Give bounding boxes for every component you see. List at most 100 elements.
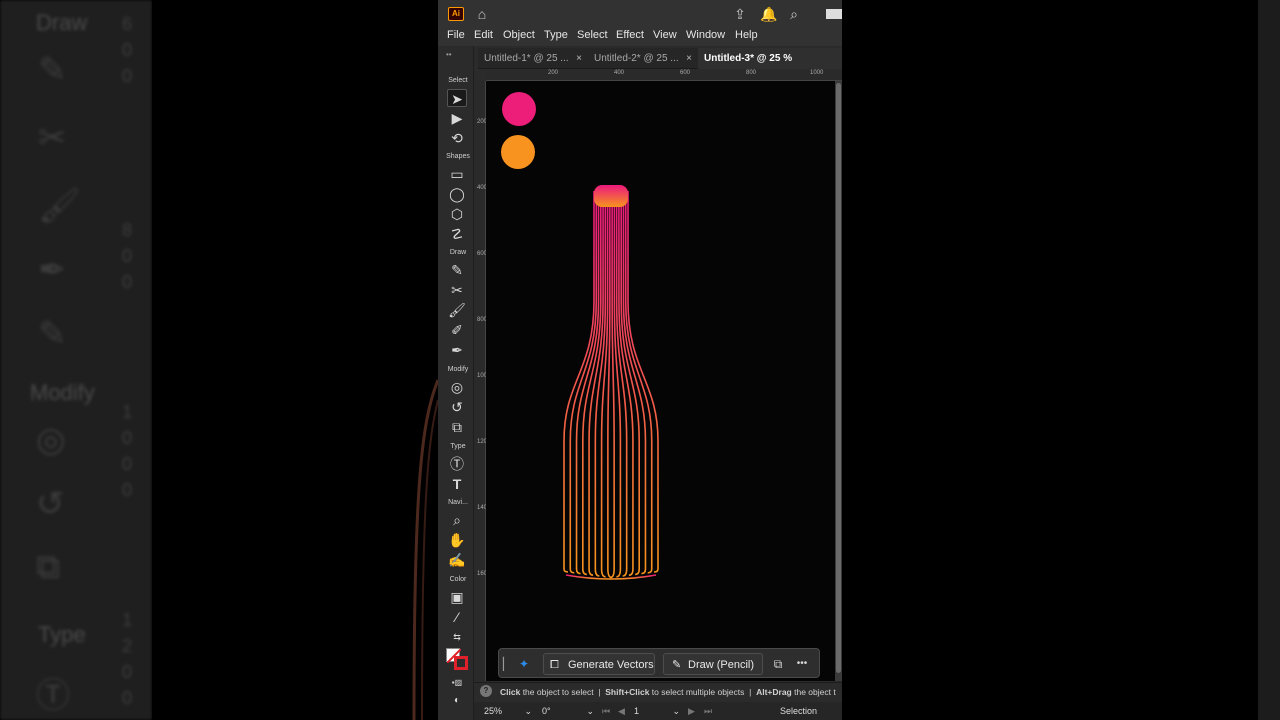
- generate-icon: ⧠: [550, 659, 559, 671]
- tool-section-modify: Modify: [447, 366, 469, 373]
- menu-edit[interactable]: Edit: [474, 29, 493, 41]
- tab-untitled-3[interactable]: Untitled-3* @ 25 % (CMYK/Trim: [698, 48, 842, 85]
- tab-untitled-2[interactable]: Untitled-2* @ 25 ... ×: [588, 48, 698, 69]
- close-icon[interactable]: ×: [686, 48, 692, 69]
- generate-vectors-button[interactable]: ⧠ Generate Vectors: [543, 653, 655, 675]
- bottle-stroke-line[interactable]: [607, 191, 612, 579]
- bg-ruler-digit: 0: [122, 272, 133, 292]
- tab-untitled-1[interactable]: Untitled-1* @ 25 ... ×: [478, 48, 588, 69]
- bg-ruler-digit: 2: [122, 636, 133, 656]
- properties-icon[interactable]: ⧉: [767, 653, 789, 675]
- swap-fill-stroke-icon[interactable]: ⇆: [447, 628, 467, 646]
- bottle-line-art[interactable]: [486, 81, 835, 681]
- chevron-down-icon: ⌄: [524, 706, 532, 716]
- contextual-task-bar: ▏ ✦ ⧠ Generate Vectors ✎ Draw (Pencil) ⧉…: [498, 648, 820, 678]
- more-options-icon[interactable]: •••: [791, 653, 813, 675]
- close-icon[interactable]: ×: [576, 48, 582, 69]
- hint-bold: Shift+Click: [605, 687, 650, 697]
- ruler-tick-label: 1400: [477, 505, 491, 511]
- polygon-tool-icon[interactable]: ⬡: [447, 205, 467, 223]
- bg-label-draw: Draw: [36, 10, 88, 35]
- gradient-tool-icon[interactable]: ▣: [447, 588, 467, 606]
- bg-brush-icon: 🖌: [38, 187, 82, 225]
- panel-grip-icon[interactable]: ••: [446, 50, 452, 59]
- last-artboard-icon[interactable]: ⏭: [704, 705, 712, 718]
- taskbar-grip-icon[interactable]: ▏: [503, 653, 512, 675]
- draw-pencil-button[interactable]: ✎ Draw (Pencil): [663, 653, 763, 675]
- bg-scissors-icon: ✂: [38, 119, 67, 157]
- zoom-dropdown[interactable]: 25% ⌄: [484, 705, 532, 718]
- scissors-tool-icon[interactable]: ✂: [447, 281, 467, 299]
- first-artboard-icon[interactable]: ⏮: [602, 705, 610, 718]
- type-on-path-tool-icon[interactable]: Ⓣ: [447, 455, 467, 473]
- workspace-switcher-icon[interactable]: [826, 9, 842, 19]
- zoom-tool-icon[interactable]: ⌕: [447, 511, 467, 529]
- bottle-stroke-line[interactable]: [610, 191, 615, 579]
- artboard-canvas[interactable]: [486, 81, 835, 681]
- blob-brush-tool-icon[interactable]: ✐: [447, 321, 467, 339]
- scale-tool-icon[interactable]: ⧉: [447, 418, 467, 436]
- lasso-tool-icon[interactable]: ⟲: [447, 129, 467, 147]
- eyedropper-tool-icon[interactable]: ⁄: [447, 608, 467, 626]
- pen-tool-icon[interactable]: ✒: [447, 341, 467, 359]
- menu-help[interactable]: Help: [735, 29, 758, 41]
- shape-builder-tool-icon[interactable]: ◎: [447, 378, 467, 396]
- search-icon[interactable]: ⌕: [786, 6, 802, 22]
- hand-tool-icon[interactable]: ✋: [447, 531, 467, 549]
- prev-artboard-icon[interactable]: ◀: [618, 705, 625, 718]
- next-artboard-icon[interactable]: ▶: [688, 705, 695, 718]
- ruler-tick-label: 800: [477, 317, 488, 323]
- ruler-tick-label: 1200: [477, 439, 491, 445]
- color-mode-icon[interactable]: ▪▨: [447, 674, 467, 692]
- notifications-bell-icon[interactable]: 🔔: [760, 6, 777, 22]
- menu-effect[interactable]: Effect: [616, 29, 644, 41]
- menu-view[interactable]: View: [653, 29, 677, 41]
- rotate-view-tool-icon[interactable]: ✍: [447, 551, 467, 569]
- pencil-tool-icon[interactable]: ✎: [447, 261, 467, 279]
- generative-sparkle-icon[interactable]: ✦: [513, 653, 535, 675]
- tool-section-color: Color: [449, 576, 467, 583]
- hint-text: the object t: [791, 687, 836, 697]
- selection-tool-icon[interactable]: ➤: [447, 89, 467, 107]
- horizontal-ruler: 200 400 600 800 1000: [486, 70, 842, 81]
- pencil-icon: ✎: [672, 659, 682, 671]
- vertical-scrollbar[interactable]: [835, 81, 842, 681]
- tool-section-navigate: Navi...: [448, 499, 468, 506]
- draw-mode-icon[interactable]: ◐: [447, 692, 467, 710]
- shaper-tool-icon[interactable]: ☡: [447, 225, 467, 243]
- scrollbar-thumb[interactable]: [836, 83, 841, 673]
- home-icon[interactable]: ⌂: [474, 6, 490, 22]
- stroke-swatch[interactable]: [454, 656, 468, 670]
- direct-selection-tool-icon[interactable]: ▶: [447, 109, 467, 127]
- share-icon[interactable]: ⇪: [732, 6, 748, 22]
- menu-file[interactable]: File: [447, 29, 465, 41]
- type-tool-icon[interactable]: T: [447, 475, 467, 493]
- rotation-dropdown[interactable]: 0° ⌄: [542, 705, 594, 718]
- menu-object[interactable]: Object: [503, 29, 535, 41]
- title-bar: Ai ⌂ ⇪ 🔔 ⌕: [438, 0, 842, 28]
- rectangle-tool-icon[interactable]: ▭: [447, 165, 467, 183]
- bg-ruler-digit: 0: [122, 662, 133, 682]
- bg-ruler-digit: 1: [122, 402, 133, 422]
- chevron-down-icon: ⌄: [586, 706, 594, 716]
- blurred-background-right: [1258, 0, 1280, 720]
- menu-window[interactable]: Window: [686, 29, 725, 41]
- tab-label: Untitled-1* @ 25 ...: [484, 53, 569, 64]
- current-tool-label: Selection: [780, 706, 818, 716]
- help-icon[interactable]: ?: [480, 685, 492, 697]
- rotate-tool-icon[interactable]: ↺: [447, 398, 467, 416]
- bg-ruler-digit: 0: [122, 688, 133, 708]
- artboard-dropdown[interactable]: 1 ⌄: [634, 705, 682, 718]
- ellipse-tool-icon[interactable]: ◯: [447, 185, 467, 203]
- menu-type[interactable]: Type: [544, 29, 568, 41]
- menu-select[interactable]: Select: [577, 29, 608, 41]
- ruler-tick-label: 1000: [810, 70, 824, 76]
- hint-text: to select multiple objects: [649, 687, 745, 697]
- ruler-tick-label: 1000: [477, 373, 491, 379]
- status-bar: 25% ⌄ 0° ⌄ ⏮ ◀ 1 ⌄ ▶ ⏭ Selection: [474, 702, 842, 720]
- tab-label: Untitled-2* @ 25 ...: [594, 53, 679, 64]
- ruler-tick-label: 200: [477, 119, 488, 125]
- hint-separator: |: [598, 687, 601, 697]
- ruler-tick-label: 200: [548, 70, 559, 76]
- paintbrush-tool-icon[interactable]: 🖌: [447, 301, 467, 319]
